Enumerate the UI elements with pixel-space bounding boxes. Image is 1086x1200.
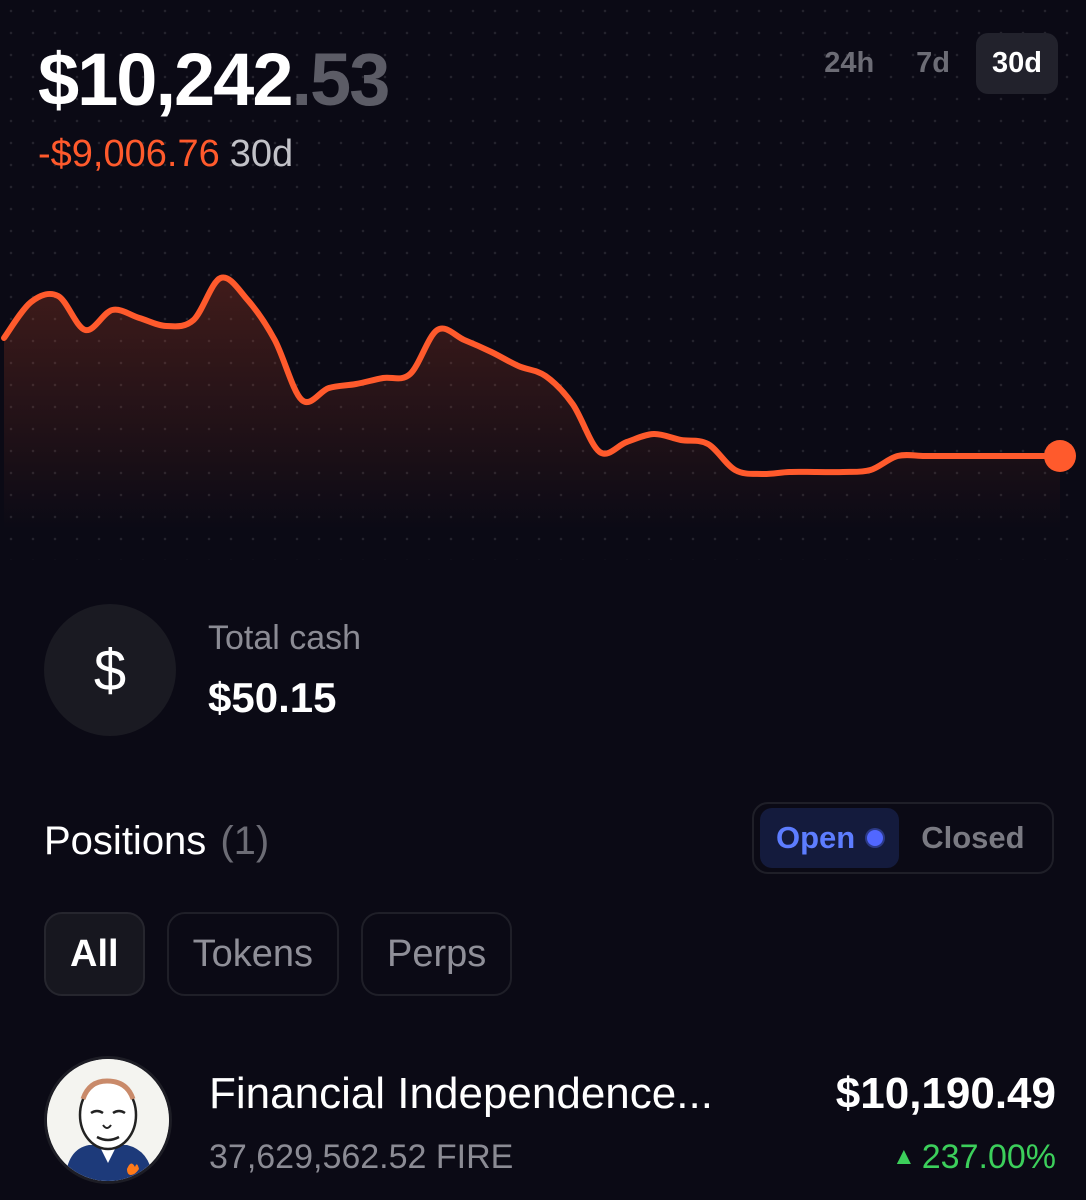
- token-change-value: 237.00%: [921, 1138, 1056, 1176]
- balance-whole: $10,242: [38, 38, 293, 121]
- token-change: ▲ 237.00%: [892, 1138, 1056, 1177]
- active-dot-icon: [867, 830, 884, 846]
- token-avatar: [44, 1056, 172, 1184]
- balance-cents: .53: [291, 38, 391, 121]
- chart-last-point: [1044, 440, 1076, 472]
- open-tab[interactable]: Open: [760, 808, 900, 868]
- positions-count: (1): [220, 819, 270, 863]
- portfolio-balance: $10,242.53: [38, 38, 391, 122]
- timeframe-24h[interactable]: 24h: [808, 33, 890, 94]
- filter-perps[interactable]: Perps: [360, 912, 513, 996]
- cash-text: Total cash $50.15: [208, 618, 361, 722]
- open-closed-toggle: Open Closed: [752, 802, 1054, 874]
- token-value: $10,190.49: [835, 1069, 1056, 1118]
- balance-change: -$9,006.76 30d: [38, 132, 388, 176]
- filter-all[interactable]: All: [44, 912, 145, 996]
- triangle-up-icon: ▲: [892, 1143, 916, 1170]
- positions-heading: Positions (1): [44, 818, 269, 864]
- timeframe-7d[interactable]: 7d: [900, 33, 966, 94]
- positions-title: Positions: [44, 819, 207, 863]
- token-name: Financial Independence...: [209, 1069, 713, 1118]
- timeframe-30d[interactable]: 30d: [976, 33, 1058, 94]
- closed-tab[interactable]: Closed: [905, 808, 1040, 868]
- dollar-icon: $: [44, 604, 176, 736]
- change-amount: -$9,006.76: [38, 133, 220, 175]
- balance-header: $10,242.53 -$9,006.76 30d: [38, 38, 391, 176]
- cash-value: $50.15: [208, 674, 337, 721]
- position-row[interactable]: Financial Independence... 37,629,562.52 …: [44, 1056, 1056, 1186]
- chart-area-fill: [4, 277, 1060, 530]
- token-amount: 37,629,562.52 FIRE: [209, 1138, 514, 1176]
- timeframe-selector: 24h 7d 30d: [808, 33, 1058, 94]
- cash-label: Total cash: [208, 619, 362, 657]
- change-period: 30d: [229, 133, 294, 175]
- open-tab-label: Open: [776, 820, 856, 855]
- filter-tokens[interactable]: Tokens: [166, 912, 339, 996]
- total-cash-card: $ Total cash $50.15: [44, 604, 361, 736]
- position-filters: All Tokens Perps: [44, 912, 513, 996]
